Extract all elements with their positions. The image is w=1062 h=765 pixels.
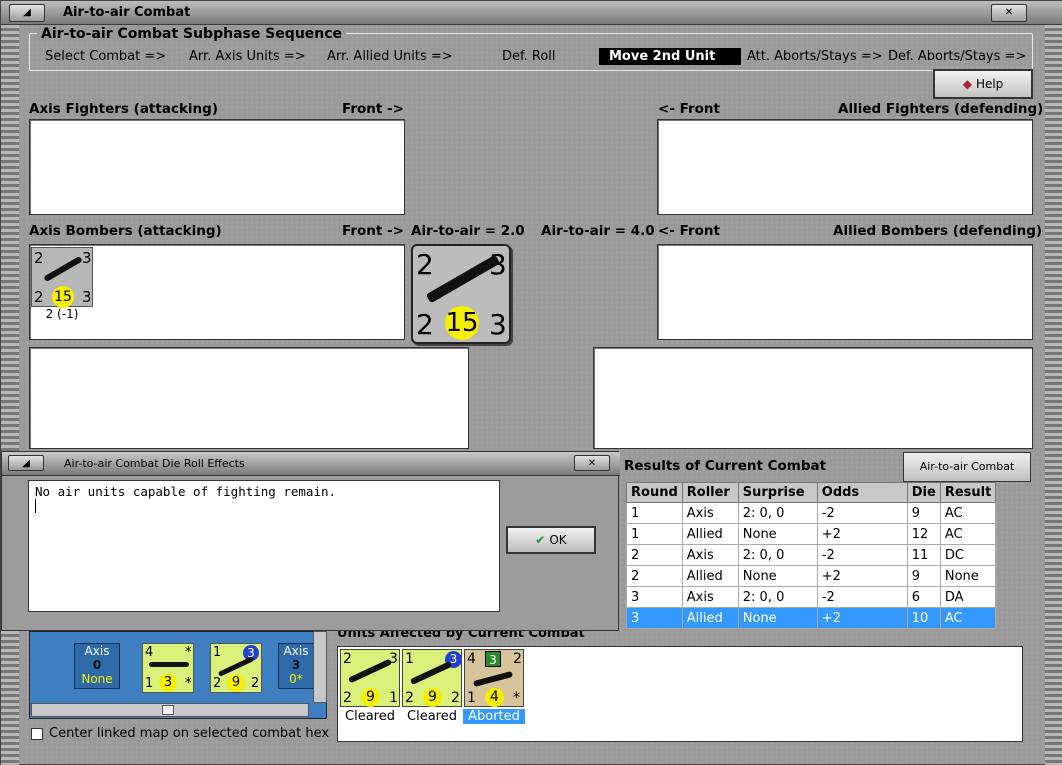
scroll-thumb[interactable] — [162, 705, 174, 715]
map-counter-1[interactable]: 4 * 1 3 * — [142, 643, 194, 693]
dialog-menu-button[interactable]: ◢ — [8, 455, 44, 471]
window-close-button[interactable]: ✕ — [991, 4, 1027, 22]
allied-fighters-box[interactable] — [657, 119, 1033, 215]
map-vertical-scrollbar[interactable] — [313, 631, 327, 703]
dialog-close-button[interactable]: ✕ — [574, 455, 610, 471]
help-button[interactable]: ◆ Help — [933, 69, 1033, 99]
axis-fighters-label: Axis Fighters (attacking) — [29, 101, 218, 117]
axis-info-box — [29, 347, 469, 449]
seq-step-select-combat: Select Combat => — [45, 49, 167, 64]
affected-unit-3-status: Aborted — [463, 709, 525, 724]
table-row[interactable]: 2 Axis 2: 0, 0 -2 11 DC — [626, 544, 997, 566]
text-cursor — [35, 499, 36, 513]
help-book-icon: ◆ — [962, 77, 972, 91]
axis-hex-box-2[interactable]: Axis 3 0* — [278, 643, 314, 689]
allied-bombers-front-label: <- Front — [658, 223, 720, 239]
unit-plane-icon — [347, 658, 393, 684]
ok-button[interactable]: ✔ OK — [506, 526, 596, 554]
sequence-title: Air-to-air Combat Subphase Sequence — [37, 26, 347, 42]
center-map-label: Center linked map on selected combat hex — [49, 726, 330, 741]
seq-step-arr-axis: Arr. Axis Units => — [189, 49, 306, 64]
affected-unit-1-status: Cleared — [345, 709, 395, 724]
seq-step-def-aborts: Def. Aborts/Stays => — [888, 49, 1027, 64]
seq-step-def-roll: Def. Roll — [502, 49, 556, 64]
affected-unit-1[interactable]: 2 3 2 9 1 — [340, 649, 400, 707]
table-row[interactable]: 1 Axis 2: 0, 0 -2 9 AC — [626, 502, 997, 524]
dialog-title: Air-to-air Combat Die Roll Effects — [64, 457, 245, 470]
table-row[interactable]: 1 Allied None +2 12 AC — [626, 523, 997, 545]
table-row-selected[interactable]: 3 Allied None +2 10 AC — [626, 607, 997, 629]
unit-plane-icon — [472, 670, 514, 688]
col-round[interactable]: Round — [626, 482, 683, 503]
window-title: Air-to-air Combat — [63, 5, 191, 20]
allied-fighters-label: Allied Fighters (defending) — [838, 101, 1044, 117]
axis-bombers-front-label: Front -> — [342, 223, 404, 239]
map-counter-2[interactable]: 1 3 2 9 2 — [210, 643, 262, 693]
dialog-titlebar: ◢ Air-to-air Combat Die Roll Effects ✕ — [2, 452, 620, 476]
center-map-checkbox[interactable] — [31, 728, 43, 740]
col-die[interactable]: Die — [906, 482, 941, 503]
map-plane-icon — [149, 662, 189, 667]
results-table: Round Roller Surprise Odds Die Result 1A… — [626, 482, 997, 629]
axis-air-to-air-value: Air-to-air = 2.0 — [411, 223, 525, 239]
allied-fighters-front-label: <- Front — [658, 101, 720, 117]
results-title: Results of Current Combat — [624, 458, 827, 474]
table-row[interactable]: 3 Axis 2: 0, 0 -2 6 DA — [626, 586, 997, 608]
right-frame — [1045, 25, 1062, 765]
seq-step-move-2nd-unit: Move 2nd Unit — [599, 48, 741, 65]
axis-hex-box[interactable]: Axis 0 None — [74, 643, 120, 689]
affected-unit-3[interactable]: 4 3 2 1 4 * — [464, 649, 524, 707]
seq-step-arr-allied: Arr. Allied Units => — [327, 49, 453, 64]
axis-bomber-counter[interactable]: 2 3 2 15 3 — [31, 247, 93, 308]
dialog-message[interactable]: No air units capable of fighting remain. — [28, 480, 500, 612]
die-roll-dialog: ◢ Air-to-air Combat Die Roll Effects ✕ N… — [1, 451, 620, 631]
left-frame — [1, 25, 19, 765]
help-label: Help — [975, 77, 1004, 91]
axis-bomber-caption: 2 (-1) — [45, 307, 79, 321]
col-odds[interactable]: Odds — [816, 482, 908, 503]
axis-fighters-box[interactable] — [29, 119, 405, 215]
allied-info-box — [593, 347, 1033, 449]
map-horizontal-scrollbar[interactable] — [31, 703, 309, 717]
allied-bombers-label: Allied Bombers (defending) — [833, 223, 1043, 239]
bomber-plane-icon — [43, 255, 83, 283]
affected-unit-2[interactable]: 1 3 2 9 2 — [402, 649, 462, 707]
air-to-air-chart-button[interactable]: Air-to-air Combat Chart — [903, 452, 1031, 501]
window-menu-button[interactable]: ◢ — [9, 4, 45, 22]
affected-unit-2-status: Cleared — [407, 709, 457, 724]
col-roller[interactable]: Roller — [681, 482, 739, 503]
axis-bombers-label: Axis Bombers (attacking) — [29, 223, 222, 239]
unit-plane-icon — [409, 660, 453, 686]
table-row[interactable]: 2 Allied None +2 9 None — [626, 565, 997, 587]
allied-bombers-box[interactable] — [657, 244, 1033, 340]
main-window: ◢ Air-to-air Combat ✕ Air-to-air Combat … — [0, 0, 1062, 765]
titlebar: ◢ Air-to-air Combat ✕ — [1, 1, 1062, 25]
seq-step-att-aborts: Att. Aborts/Stays => — [747, 49, 883, 64]
axis-fighters-front-label: Front -> — [342, 101, 404, 117]
selected-unit-counter: 2 3 2 15 3 — [411, 244, 511, 344]
check-icon: ✔ — [535, 533, 546, 547]
unit-badge: 3 — [485, 651, 501, 667]
allied-air-to-air-value: Air-to-air = 4.0 — [541, 223, 655, 239]
col-surprise[interactable]: Surprise — [737, 482, 818, 503]
col-result[interactable]: Result — [939, 482, 997, 503]
